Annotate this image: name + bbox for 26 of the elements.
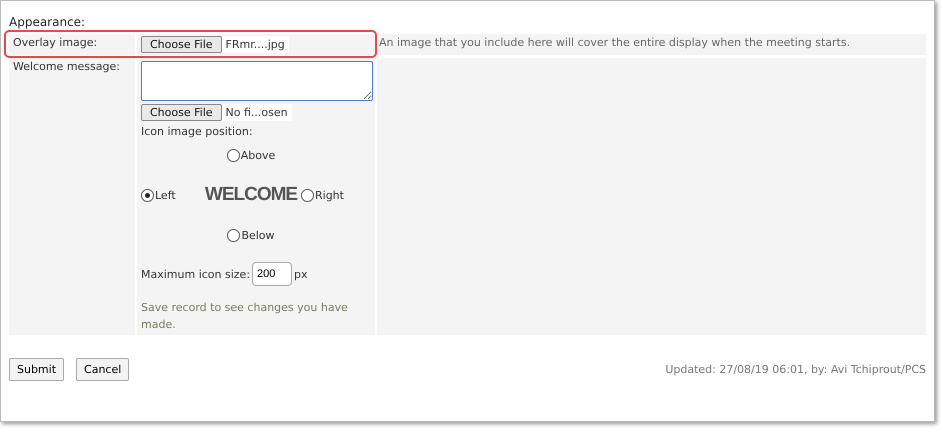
submit-button[interactable]: Submit <box>9 358 64 381</box>
radio-label: Right <box>315 188 344 202</box>
message-field[interactable] <box>141 61 373 101</box>
welcome-preview: WELCOME <box>204 184 298 206</box>
position-label: Icon image position: <box>141 125 253 138</box>
radio-button[interactable] <box>226 148 240 162</box>
radio-label: Left <box>155 188 176 202</box>
size-field[interactable]: 200 <box>252 262 292 286</box>
file-name: No fi...osen <box>224 106 289 119</box>
field-label: Overlay image: <box>13 36 98 49</box>
size-label: Maximum icon size: <box>141 268 250 280</box>
note-text: Save record to see changes you have made. <box>141 300 349 332</box>
radio-button[interactable] <box>301 188 314 202</box>
section-title: Appearance: <box>9 15 86 29</box>
unit-label: px <box>294 268 308 280</box>
choose-file-button[interactable]: Choose File <box>141 104 222 121</box>
updated-text: Updated: 27/08/19 06:01, by: Avi Tchiprout/PCS <box>665 363 926 376</box>
radio-label: Above <box>240 148 276 162</box>
radio-button[interactable] <box>141 188 154 202</box>
field-label: Welcome message: <box>13 60 120 73</box>
file-name: FRmr....jpg <box>224 38 286 51</box>
radio-label: Below <box>241 228 275 242</box>
cancel-button[interactable]: Cancel <box>76 358 130 381</box>
help-text: An image that you include here will cover the entire display when the meeting starts. <box>379 36 850 49</box>
choose-file-button[interactable]: Choose File <box>141 36 222 53</box>
radio-button[interactable] <box>227 228 240 242</box>
